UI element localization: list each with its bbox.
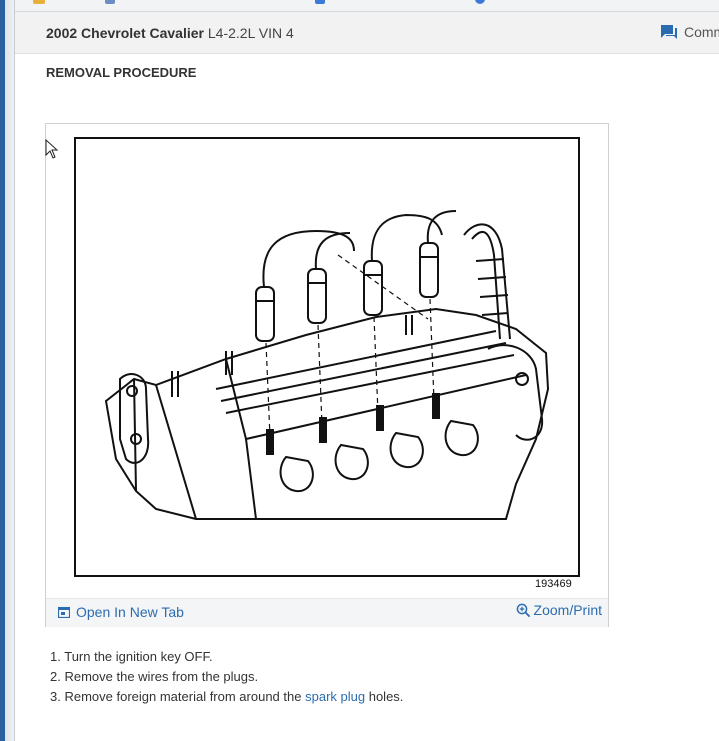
figure-toolbar: Open In New Tab Zoom/Print xyxy=(46,598,608,627)
comments-label: Comm xyxy=(684,24,719,40)
figure-number: 193469 xyxy=(535,578,572,590)
vehicle-title: 2002 Chevrolet Cavalier L4-2.2L VIN 4 xyxy=(46,25,294,41)
page-header: 2002 Chevrolet Cavalier L4-2.2L VIN 4 Co… xyxy=(15,12,719,54)
step-item: 3. Remove foreign material from around t… xyxy=(50,687,403,707)
comments-button[interactable]: Comm xyxy=(660,24,719,40)
step-text: Remove foreign material from around the xyxy=(64,689,302,704)
new-tab-icon xyxy=(58,606,70,618)
zoom-print-link[interactable]: Zoom/Print xyxy=(516,602,602,618)
open-in-new-tab-label: Open In New Tab xyxy=(76,604,184,620)
open-in-new-tab-link[interactable]: Open In New Tab xyxy=(58,604,184,620)
zoom-print-label: Zoom/Print xyxy=(533,602,602,618)
bookmark-icon[interactable] xyxy=(105,0,115,4)
step-item: 2. Remove the wires from the plugs. xyxy=(50,667,403,687)
mouse-pointer-icon xyxy=(45,139,59,159)
zoom-in-icon xyxy=(516,603,530,617)
spark-plug-link[interactable]: spark plug xyxy=(305,689,365,704)
bookmark-bar xyxy=(15,0,719,12)
bookmark-icon[interactable] xyxy=(315,0,325,4)
spark-plug-wires-illustration xyxy=(104,210,550,520)
figure-card: 193469 Open In New Tab Zoom/Print xyxy=(45,123,609,627)
step-number: 1. xyxy=(50,649,61,664)
step-text: Remove the wires from the plugs. xyxy=(64,669,259,684)
step-text: Turn the ignition key OFF. xyxy=(64,649,213,664)
section-title: REMOVAL PROCEDURE xyxy=(46,65,197,80)
bookmark-icon[interactable] xyxy=(475,0,485,4)
window-divider xyxy=(14,0,15,741)
procedure-steps: 1. Turn the ignition key OFF. 2. Remove … xyxy=(50,647,403,707)
bookmark-icon[interactable] xyxy=(33,0,45,4)
chat-icon xyxy=(661,25,677,39)
engine-diagram[interactable] xyxy=(74,137,580,577)
vehicle-model: 2002 Chevrolet Cavalier xyxy=(46,25,204,41)
step-number: 3. xyxy=(50,689,61,704)
vehicle-engine: L4-2.2L VIN 4 xyxy=(207,25,294,41)
step-text: holes. xyxy=(368,689,404,704)
window-edge xyxy=(0,0,14,741)
step-item: 1. Turn the ignition key OFF. xyxy=(50,647,403,667)
step-number: 2. xyxy=(50,669,61,684)
